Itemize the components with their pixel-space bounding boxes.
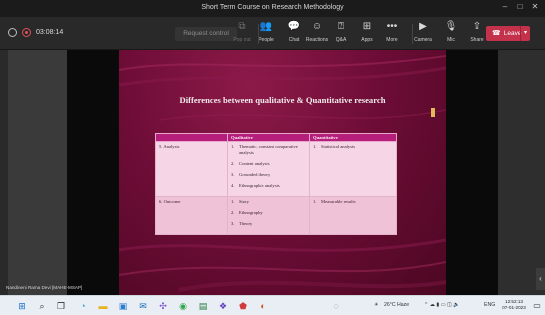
table-header-blank [155, 133, 228, 142]
excel-icon[interactable]: ▤ [197, 300, 209, 312]
meeting-status: 03:08:14 [8, 28, 63, 37]
leave-button[interactable]: ☎ Leave ▾ [486, 26, 530, 41]
title-bar: Short Term Course on Research Methodolog… [0, 0, 545, 17]
mail-icon[interactable]: ✉ [137, 300, 149, 312]
list-item: 2. Content analysis [231, 161, 306, 167]
list-text: Ethnographic analysis [239, 183, 280, 188]
quantitative-cell: 1. Statistical analysis [309, 141, 397, 197]
list-text: Measurable results [321, 199, 356, 204]
teams-icon[interactable]: ✣ [157, 300, 169, 312]
list-number: 4. [231, 183, 235, 188]
letterbox-left [67, 50, 119, 295]
task-view-icon[interactable]: ❐ [55, 300, 67, 312]
list-number: 1. [231, 144, 235, 149]
list-item: 1. Statistical analysis [313, 144, 393, 150]
list-number: 3. [231, 172, 235, 177]
chevron-left-icon[interactable]: ‹ [536, 268, 545, 290]
list-number: 1. [313, 144, 317, 149]
comparison-table: Qualitative Quantitative 5. Analysis 1. Th… [155, 133, 397, 235]
slide-title: Differences between qualitative & Quanti… [179, 95, 386, 105]
minimize-button[interactable]: – [498, 2, 512, 11]
left-edge [0, 50, 8, 295]
slide-accent [431, 108, 435, 117]
taskbar: ⊞ ⌕ ❐ ◔ ▬ ▣ ✉ ✣ ◉ ▤ ❖ ⬟ ◐ ◌ ☀ 26°C Haze … [0, 295, 545, 315]
list-text: Grounded theory [239, 172, 271, 177]
list-item: 1. Story [231, 199, 306, 205]
tray-icons[interactable]: ⌃ ☁ ▮ ▭ ◫ 🔈 [424, 302, 460, 308]
list-text: Thematic, constant comparative analysis [239, 144, 298, 155]
row-label: 6. Outcome [155, 196, 228, 235]
phone-icon: ☎ [492, 30, 501, 37]
chevron-down-icon[interactable]: ▾ [520, 26, 530, 41]
list-item: 1. Measurable results [313, 199, 393, 205]
list-text: Statistical analysis [321, 144, 356, 149]
toolbar-divider [412, 24, 413, 44]
people-icon: 👥 [259, 21, 273, 32]
more-button[interactable]: ••• More [377, 20, 407, 48]
row-label: 5. Analysis [155, 141, 228, 197]
list-item: 2. Ethnography [231, 210, 306, 216]
language-indicator[interactable]: ENG [484, 302, 495, 308]
list-item: 1. Thematic, constant comparative analysi… [231, 144, 306, 156]
close-button[interactable]: ✕ [528, 2, 542, 11]
meeting-timer: 03:08:14 [36, 29, 64, 36]
list-item: 4. Ethnographic analysis [231, 183, 306, 189]
tool-label: People [258, 37, 274, 43]
list-text: Story [239, 199, 249, 204]
table-row: 6. Outcome 1. Story 2. Ethnography 3. Theory 1.… [155, 196, 397, 235]
list-text: Content analysis [239, 161, 270, 166]
clock[interactable]: 12:52:13 07-01-2023 [500, 299, 528, 311]
leave-label: Leave [503, 30, 522, 37]
weather-text[interactable]: 26°C Haze [384, 302, 409, 308]
table-header-qualitative: Qualitative [227, 133, 310, 142]
qualitative-cell: 1. Story 2. Ethnography 3. Theory [227, 196, 310, 235]
maximize-button[interactable]: □ [513, 2, 527, 11]
meeting-toolbar: 03:08:14 Request control ⧉ Pop out 👥 People… [0, 17, 545, 50]
shield-app-icon[interactable]: ⬟ [237, 300, 249, 312]
edge-icon[interactable]: ◔ [77, 300, 89, 312]
list-number: 2. [231, 161, 235, 166]
notification-icon[interactable]: ▭ [531, 300, 543, 312]
more-icon: ••• [386, 21, 398, 32]
windows-start-icon[interactable]: ⊞ [16, 300, 28, 312]
chrome-icon[interactable]: ◉ [177, 300, 189, 312]
right-panel [498, 50, 545, 295]
shield-icon [8, 28, 17, 37]
letterbox-right [446, 50, 498, 295]
tool-label: More [386, 37, 398, 43]
shared-slide: Differences between qualitative & Quanti… [119, 50, 446, 295]
list-text: Theory [239, 221, 253, 226]
file-explorer-icon[interactable]: ▬ [97, 300, 109, 312]
network-status-icon[interactable]: ◌ [330, 300, 342, 312]
people-button[interactable]: 👥 People [251, 20, 281, 48]
list-number: 1. [231, 199, 235, 204]
list-text: Ethnography [239, 210, 263, 215]
list-number: 1. [313, 199, 317, 204]
toolbar-divider [258, 24, 259, 44]
left-panel [8, 50, 67, 295]
quantitative-cell: 1. Measurable results [309, 196, 397, 235]
table-row: 5. Analysis 1. Thematic, constant comparat… [155, 141, 397, 197]
list-item: 3. Theory [231, 221, 306, 227]
list-item: 3. Grounded theory [231, 172, 306, 178]
participant-name: Nandineni Rama Devi [MAHE-MSAP] [6, 285, 83, 290]
store-icon[interactable]: ▣ [117, 300, 129, 312]
clock-date: 07-01-2023 [502, 305, 526, 310]
weather-icon[interactable]: ☀ [374, 302, 379, 308]
qualitative-cell: 1. Thematic, constant comparative analysi… [227, 141, 310, 197]
table-header-quantitative: Quantitative [309, 133, 397, 142]
list-number: 2. [231, 210, 235, 215]
meeting-stage: Differences between qualitative & Quanti… [0, 50, 545, 295]
table-header-row: Qualitative Quantitative [155, 133, 397, 142]
search-icon[interactable]: ⌕ [36, 300, 48, 312]
window-title: Short Term Course on Research Methodolog… [201, 4, 344, 11]
powerpoint-icon[interactable]: ◐ [257, 300, 269, 312]
list-number: 3. [231, 221, 235, 226]
app-icon[interactable]: ❖ [217, 300, 229, 312]
recording-icon [22, 28, 31, 37]
